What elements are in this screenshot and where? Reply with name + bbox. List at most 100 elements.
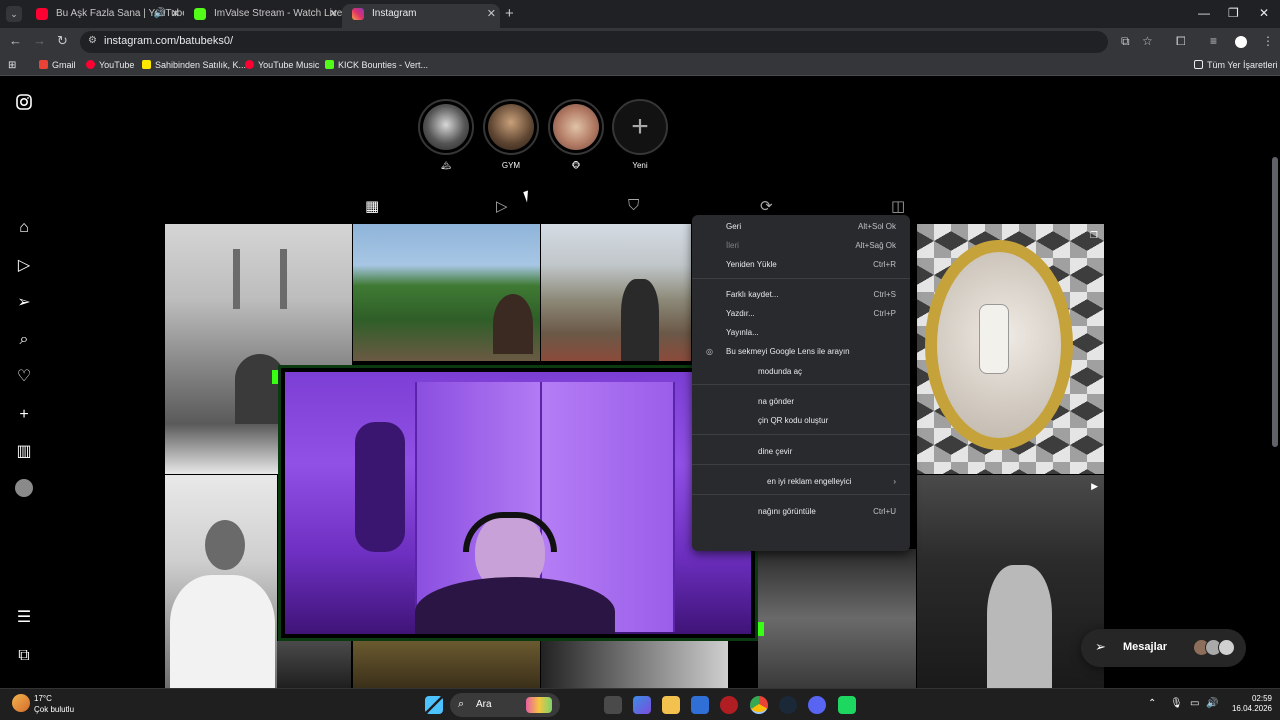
notifications-heart-icon[interactable]: ♡ [14,367,34,387]
menu-separator [692,464,910,465]
speaker-icon[interactable]: 🔊 [154,4,166,24]
reload-icon[interactable]: ↻ [57,33,68,49]
post-gym-tile[interactable]: ▶ [917,475,1104,688]
more-menu-icon[interactable]: ☰ [14,608,34,628]
post-tile[interactable] [277,641,351,688]
context-item-cast[interactable]: Yayınla... [692,324,910,342]
tray-overflow-icon[interactable]: ⌃ [1148,698,1156,709]
context-item-reload[interactable]: Yeniden Yükle Ctrl+R [692,256,910,274]
file-explorer-icon[interactable] [662,696,680,714]
post-portrait-tile[interactable] [165,475,277,688]
context-item-qr-code[interactable]: çin QR kodu oluştur [692,412,910,430]
app-icon[interactable] [720,696,738,714]
context-item-save-as[interactable]: Farklı kaydet... Ctrl+S [692,286,910,304]
highlight-3[interactable]: 🐵 [548,99,604,171]
post-tile[interactable] [541,641,728,688]
minimize-icon[interactable]: — [1198,6,1210,20]
chrome-icon[interactable] [750,696,768,714]
task-view-icon[interactable] [604,696,622,714]
restore-icon[interactable]: ❐ [1228,6,1239,20]
bookmark-sahibinden[interactable]: Sahibinden Satılık, K... [142,60,246,70]
saved-tab-icon[interactable]: ⛉ [628,197,639,214]
search-label: Ara [476,699,492,710]
direct-send-icon: ➢ [1095,639,1106,654]
date: 16.04.2026 [1231,704,1272,713]
new-highlight-button[interactable]: + Yeni [612,99,668,171]
highlight-cover [553,104,599,150]
windows-start-icon[interactable] [425,696,443,714]
tab-search-button[interactable]: ⌄ [6,6,22,22]
back-icon[interactable]: ← [9,33,22,48]
close-tab-icon[interactable]: ✕ [487,4,496,24]
volume-icon[interactable]: 🔊 [1206,698,1218,709]
close-tab-icon[interactable]: ✕ [329,4,338,24]
weather-desc[interactable]: Çok bulutlu [34,705,74,714]
home-icon[interactable]: ⌂ [14,218,34,238]
weather-icon[interactable] [12,694,30,712]
discord-icon[interactable] [808,696,826,714]
search-icon[interactable]: ⌕ [14,330,34,350]
highlight-gym[interactable]: GYM [483,99,539,171]
page-scrollbar[interactable] [1272,157,1278,447]
posts-grid-tab-icon[interactable]: ▦ [365,197,379,215]
bookmark-youtube-music[interactable]: YouTube Music [245,60,319,70]
address-bar[interactable]: ⚙ instagram.com/batubeks0/ [80,31,1108,53]
context-item-back[interactable]: Geri Alt+Sol Ok [692,218,910,236]
microphone-icon[interactable]: 🎙 [1170,698,1183,709]
create-plus-icon[interactable]: + [14,405,34,425]
messages-button[interactable]: ➢ Mesajlar [1081,629,1246,667]
close-tab-icon[interactable]: ✕ [171,4,180,24]
context-item-open-mode[interactable]: modunda aç [692,363,910,381]
context-item-translate[interactable]: dine çevir [692,443,910,461]
browser-menu-icon[interactable]: ⋮ [1262,34,1274,48]
post-arm-tile[interactable] [758,549,916,688]
microsoft-store-icon[interactable] [691,696,709,714]
sahibinden-icon [142,60,151,69]
post-tile[interactable] [353,641,540,688]
dashboard-icon[interactable]: ▥ [14,442,34,462]
bookmark-youtube[interactable]: YouTube [86,60,134,70]
tagged-tab-icon[interactable]: ◫ [891,197,905,215]
profile-avatar-icon[interactable] [14,479,34,499]
direct-send-icon[interactable]: ➢ [14,293,34,313]
close-window-icon[interactable]: ✕ [1259,6,1269,20]
app-icon[interactable] [838,696,856,714]
reels-tab-icon[interactable]: ▷ [496,197,508,215]
context-item-print[interactable]: Yazdır... Ctrl+P [692,305,910,323]
context-item-adblock[interactable]: en iyi reklam engelleyici › [692,473,910,491]
steam-icon[interactable] [779,696,797,714]
bookmark-kick-bounties[interactable]: KICK Bounties - Vert... [325,60,428,70]
new-tab-button[interactable]: + [505,5,514,22]
bookmark-gmail[interactable]: Gmail [39,60,76,70]
browser-tab-youtube[interactable]: Bu Aşk Fazla Sana | YouTube 🔊 ✕ [26,4,184,28]
also-from-meta-icon[interactable]: ⧉ [14,646,34,666]
taskbar-search[interactable]: ⌕ Ara [450,693,560,717]
post-horse-tile[interactable] [541,224,691,361]
media-controls-icon[interactable]: ≡ [1210,34,1217,48]
extensions-icon[interactable]: ⧠ [1176,34,1186,49]
reposts-tab-icon[interactable]: ⟳ [760,197,773,215]
widgets-icon[interactable] [633,696,651,714]
browser-tab-instagram[interactable]: Instagram ✕ [342,4,500,28]
weather-temp[interactable]: 17°C [34,694,52,703]
highlight-label: 🐵 [571,161,581,170]
context-item-view-source[interactable]: nağını görüntüle Ctrl+U [692,503,910,521]
post-tree-tile[interactable] [353,224,540,361]
display-icon[interactable]: ▭ [1190,698,1199,709]
install-app-icon[interactable]: ⧉ [1121,34,1130,49]
forward-icon[interactable]: → [33,33,46,48]
profile-avatar[interactable] [1235,36,1247,48]
context-item-forward[interactable]: İleri Alt+Sağ Ok [692,237,910,255]
reels-icon[interactable]: ▷ [14,256,34,276]
site-info-icon[interactable]: ⚙ [88,35,97,46]
bookmark-star-icon[interactable]: ☆ [1142,34,1153,48]
instagram-logo-icon[interactable] [14,94,34,114]
all-bookmarks[interactable]: Tüm Yer İşaretleri [1194,60,1278,70]
browser-tab-kick[interactable]: ImValse Stream - Watch Live on ✕ [184,4,342,28]
context-item-google-lens[interactable]: ◎ Bu sekmeyi Google Lens ile arayın [692,343,910,361]
system-clock[interactable]: 02:59 16.04.2026 [1222,694,1272,714]
context-item-send[interactable]: na gönder [692,393,910,411]
highlight-1[interactable]: 🏔 [418,99,474,171]
apps-grid-icon[interactable]: ⊞ [8,60,16,71]
post-mirror-tile[interactable]: ❐ [917,224,1104,474]
